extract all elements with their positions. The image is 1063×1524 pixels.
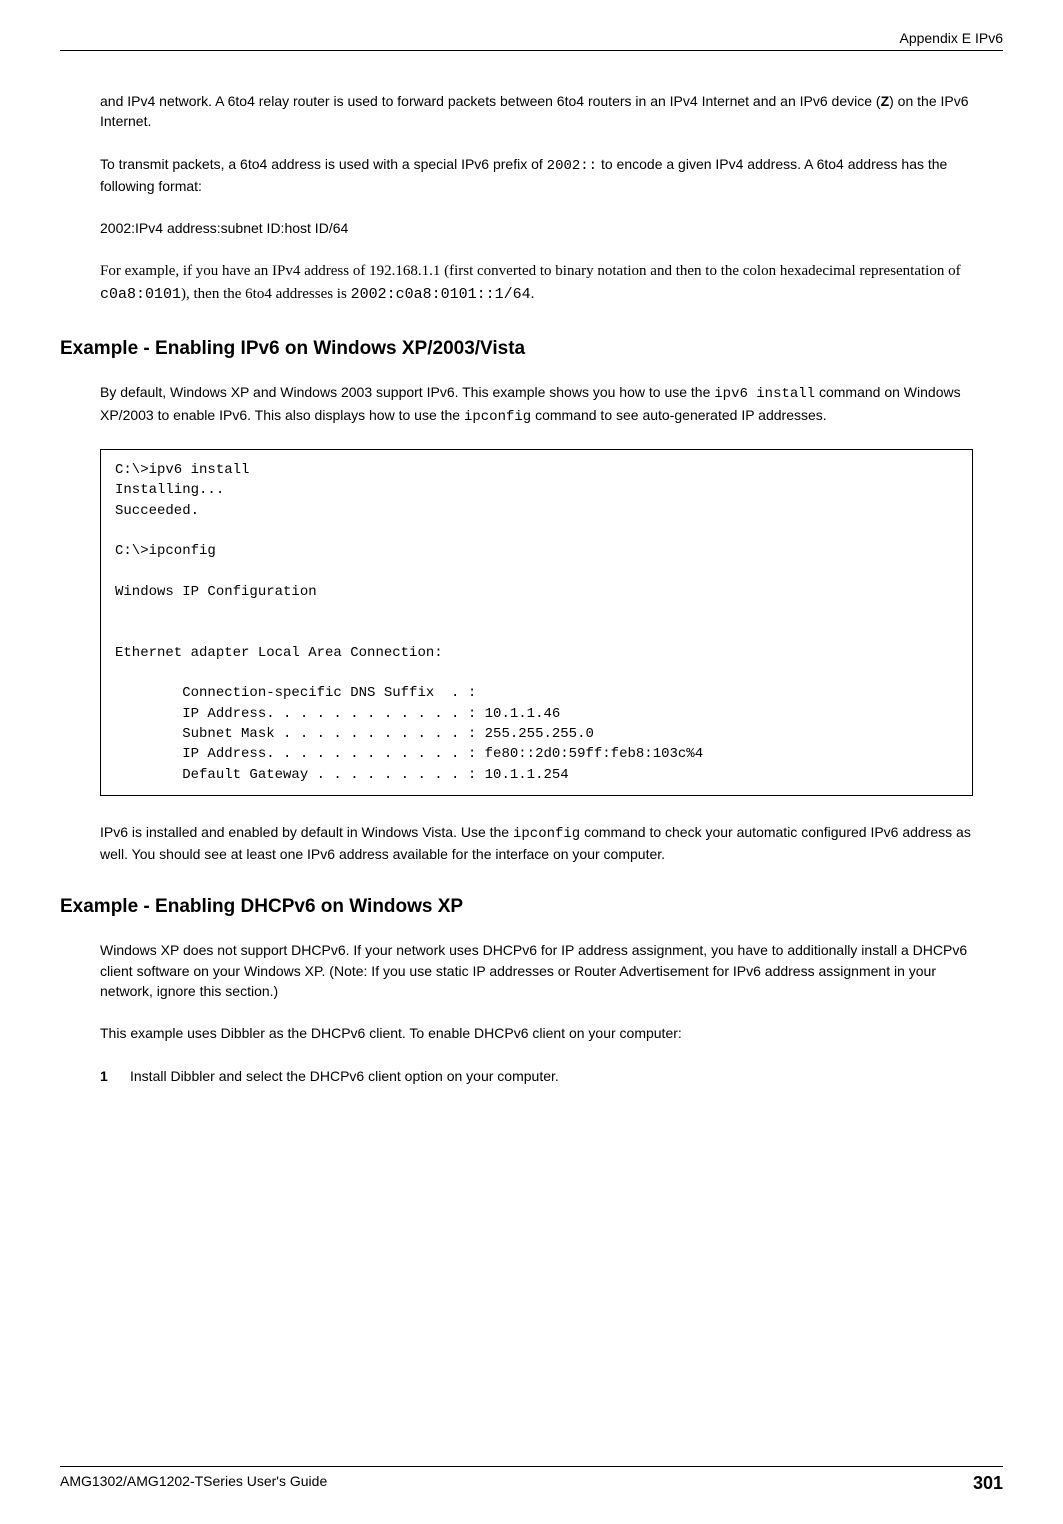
heading-example-dhcpv6: Example - Enabling DHCPv6 on Windows XP [60, 896, 1003, 918]
text: By default, Windows XP and Windows 2003 … [100, 384, 714, 400]
text: and IPv4 network. A 6to4 relay router is… [100, 93, 881, 109]
text: IPv6 is installed and enabled by default… [100, 824, 513, 840]
step-text: Install Dibbler and select the DHCPv6 cl… [130, 1066, 973, 1086]
code-inline: 2002:c0a8:0101::1/64 [351, 286, 531, 303]
paragraph-6to4-prefix: To transmit packets, a 6to4 address is u… [100, 154, 973, 197]
page-footer: AMG1302/AMG1202-TSeries User's Guide 301 [60, 1466, 1003, 1494]
code-inline: 2002:: [547, 158, 597, 174]
header-rule [60, 50, 1003, 51]
paragraph-dibbler: This example uses Dibbler as the DHCPv6 … [100, 1023, 973, 1043]
text: For example, if you have an IPv4 address… [100, 263, 961, 279]
footer-page-number: 301 [973, 1473, 1003, 1494]
text: command to see auto-generated IP address… [531, 407, 826, 423]
paragraph-vista: IPv6 is installed and enabled by default… [100, 822, 973, 865]
paragraph-6to4-intro: and IPv4 network. A 6to4 relay router is… [100, 91, 973, 132]
text: ), then the 6to4 addresses is [181, 286, 351, 302]
code-inline: ipconfig [513, 826, 580, 842]
paragraph-dhcpv6-intro: Windows XP does not support DHCPv6. If y… [100, 940, 973, 1001]
footer-guide-title: AMG1302/AMG1202-TSeries User's Guide [60, 1473, 327, 1494]
code-block-ipconfig: C:\>ipv6 install Installing... Succeeded… [100, 449, 973, 796]
paragraph-6to4-example: For example, if you have an IPv4 address… [100, 260, 973, 306]
code-inline: ipconfig [464, 409, 531, 425]
paragraph-ipv6-install: By default, Windows XP and Windows 2003 … [100, 382, 973, 427]
code-inline: ipv6 install [714, 386, 815, 402]
text: . [531, 286, 535, 302]
text: To transmit packets, a 6to4 address is u… [100, 156, 547, 172]
step-row: 1 Install Dibbler and select the DHCPv6 … [100, 1066, 973, 1086]
paragraph-6to4-format: 2002:IPv4 address:subnet ID:host ID/64 [100, 218, 973, 238]
code-inline: c0a8:0101 [100, 286, 181, 303]
step-number: 1 [100, 1066, 130, 1086]
heading-example-ipv6-windows: Example - Enabling IPv6 on Windows XP/20… [60, 338, 1003, 360]
header-appendix: Appendix E IPv6 [60, 30, 1003, 46]
footer-rule [60, 1466, 1003, 1467]
bold-z: Z [881, 93, 890, 109]
